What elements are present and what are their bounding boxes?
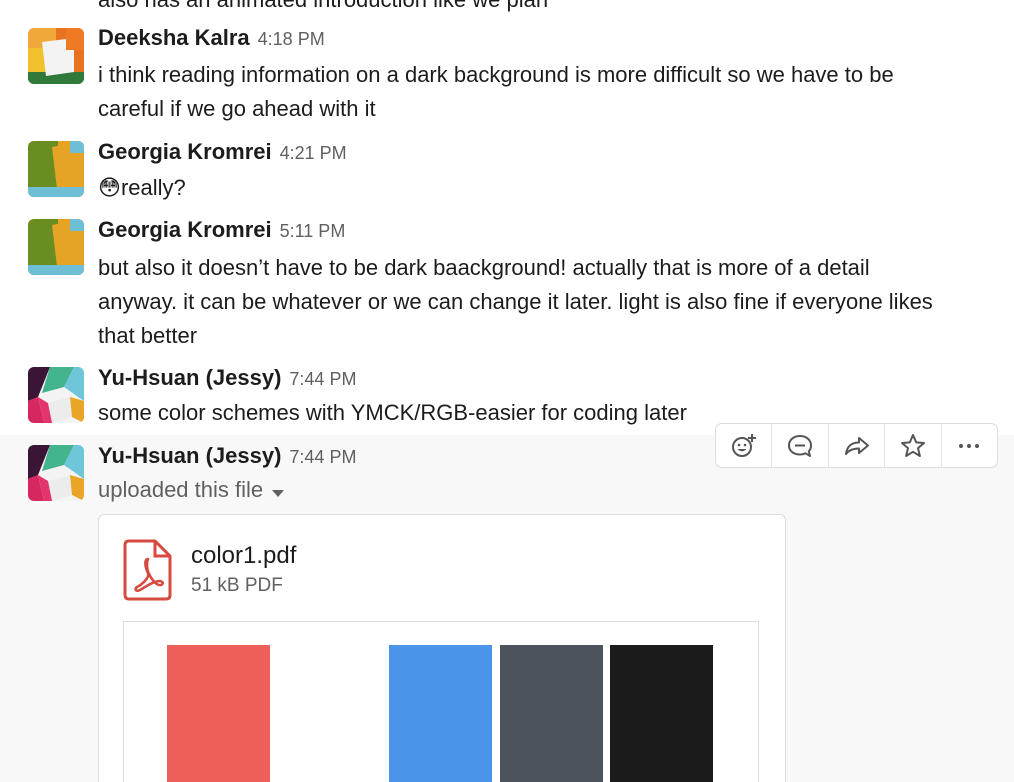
message-line: i think reading information on a dark ba… — [98, 62, 894, 87]
avatar[interactable] — [28, 28, 84, 84]
message-line: but also it doesn’t have to be dark baac… — [98, 255, 870, 280]
file-preview[interactable] — [123, 621, 759, 782]
add-reaction-icon — [731, 433, 756, 457]
file-meta: 51 kB PDF — [191, 575, 283, 596]
message-text: but also it doesn’t have to be dark baac… — [98, 251, 1003, 353]
message-line: careful if we go ahead with it — [98, 96, 376, 121]
avatar[interactable] — [28, 141, 84, 197]
message-text-partial: also has an animated introduction like w… — [98, 0, 548, 13]
upload-action-text: uploaded this file — [98, 477, 264, 502]
message-author[interactable]: Yu-Hsuan (Jessy) — [98, 365, 281, 390]
start-thread-icon — [788, 434, 813, 457]
more-actions-icon — [959, 443, 980, 448]
avatar[interactable] — [28, 219, 84, 275]
share-message-icon — [844, 436, 869, 455]
share-message-button[interactable] — [829, 424, 886, 467]
avatar-image — [28, 28, 84, 84]
color-swatch — [610, 645, 713, 782]
add-reaction-button[interactable] — [716, 424, 773, 467]
star-icon — [900, 433, 925, 457]
message-author[interactable]: Deeksha Kalra — [98, 25, 250, 50]
message-line: really? — [120, 175, 186, 200]
message-author[interactable]: Georgia Kromrei — [98, 139, 272, 164]
avatar[interactable] — [28, 445, 84, 501]
message-author[interactable]: Georgia Kromrei — [98, 217, 272, 242]
message-text: 😳really? — [98, 171, 1003, 205]
star-message-button[interactable] — [885, 424, 942, 467]
file-upload-note[interactable]: uploaded this file — [98, 473, 1003, 508]
message-text: i think reading information on a dark ba… — [98, 58, 1003, 126]
message-line: that better — [98, 323, 198, 348]
message-timestamp[interactable]: 5:11 PM — [280, 221, 346, 241]
message-timestamp[interactable]: 4:18 PM — [258, 29, 325, 49]
avatar-image — [28, 141, 84, 197]
message-line: anyway. it can be whatever or we can cha… — [98, 289, 933, 314]
chevron-down-icon[interactable] — [271, 474, 285, 508]
more-actions-button[interactable] — [942, 424, 997, 467]
flushed-face-emoji[interactable]: 😳 — [98, 175, 121, 200]
avatar-image — [28, 367, 84, 423]
file-attachment-card[interactable]: color1.pdf 51 kB PDF — [98, 514, 786, 782]
pdf-file-icon — [123, 539, 173, 601]
message-actions-toolbar — [715, 423, 998, 468]
message-author[interactable]: Yu-Hsuan (Jessy) — [98, 443, 281, 468]
avatar-image — [28, 219, 84, 275]
message-pane: also has an animated introduction like w… — [0, 0, 1014, 782]
avatar-image — [28, 445, 84, 501]
file-name[interactable]: color1.pdf — [191, 542, 296, 570]
color-swatch — [500, 645, 603, 782]
message-timestamp[interactable]: 4:21 PM — [280, 143, 347, 163]
start-thread-button[interactable] — [772, 424, 829, 467]
message-timestamp[interactable]: 7:44 PM — [289, 447, 356, 467]
avatar[interactable] — [28, 367, 84, 423]
color-swatch — [389, 645, 492, 782]
color-swatch — [167, 645, 270, 782]
message-timestamp[interactable]: 7:44 PM — [289, 369, 356, 389]
